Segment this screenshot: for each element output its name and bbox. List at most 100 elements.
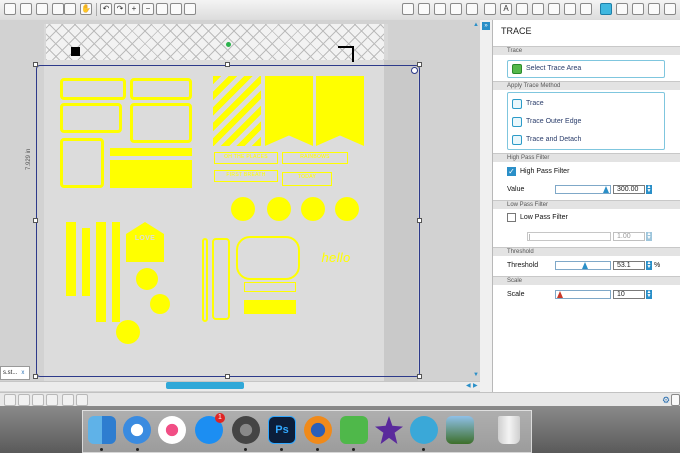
trace-outer-edge-button[interactable]: Trace Outer Edge [526,118,581,125]
ungroup-icon[interactable] [18,394,30,406]
zoom-box-icon[interactable] [170,3,182,15]
panel-toggle-icon[interactable] [671,394,680,406]
threshold-slider[interactable] [555,261,611,270]
low-pass-slider[interactable] [527,232,611,241]
safari-icon[interactable] [123,416,151,444]
knife-tool-icon[interactable] [64,3,76,15]
replicate-icon[interactable] [532,3,544,15]
low-pass-stepper[interactable]: ▲ ▼ [646,232,652,241]
collapse-icon[interactable]: » [482,22,490,30]
resize-handle[interactable] [33,62,38,67]
panel-collapse-bar[interactable]: » [480,20,492,392]
value-label: Value [507,186,525,193]
evernote-icon[interactable] [340,416,368,444]
resize-handle[interactable] [33,218,38,223]
library-icon[interactable] [484,3,496,15]
redo-icon[interactable]: ↷ [114,3,126,15]
eraser-tool-icon[interactable] [52,3,64,15]
high-pass-stepper[interactable]: ▲ ▼ [646,185,652,194]
make-compound-icon[interactable] [76,394,88,406]
line-color-icon[interactable] [466,3,478,15]
cut-settings-icon[interactable] [434,3,446,15]
transform-icon[interactable] [516,3,528,15]
high-pass-checkbox[interactable]: ✓ [507,167,516,176]
preview-icon[interactable] [446,416,474,444]
selection-bounding-box[interactable] [36,65,420,377]
trace-panel-icon[interactable] [600,3,612,15]
fill-color-icon[interactable] [450,3,462,15]
resize-handle[interactable] [417,374,422,379]
trace-button[interactable]: Trace [526,100,544,107]
trash-icon[interactable] [498,416,520,444]
offset-icon[interactable] [564,3,576,15]
send-to-icon[interactable] [632,3,644,15]
align-icon[interactable] [580,3,592,15]
eraser-icon[interactable] [664,3,676,15]
resize-handle[interactable] [225,62,230,67]
trace-method-box: Trace Trace Outer Edge Trace and Detach [507,92,665,150]
store-icon[interactable] [648,3,660,15]
scroll-down-icon[interactable]: ▼ [473,372,479,378]
zoom-in-icon[interactable]: + [128,3,140,15]
zoom-fit-icon[interactable] [156,3,168,15]
document-tab[interactable]: s.st... x [0,366,30,380]
resize-handle[interactable] [417,62,422,67]
finder-icon[interactable] [88,416,116,444]
grid-icon[interactable] [402,3,414,15]
point-edit-icon[interactable] [20,3,32,15]
select-trace-area-button[interactable]: Select Trace Area [507,60,665,78]
fit-page-icon[interactable] [184,3,196,15]
trace-and-detach-button[interactable]: Trace and Detach [526,136,581,143]
rotate-handle[interactable] [226,42,231,47]
high-pass-value-field[interactable]: 300.00 [613,185,645,194]
resize-handle[interactable] [225,374,230,379]
horizontal-scroll-thumb[interactable] [166,382,244,389]
trace-icon [512,99,522,109]
photoshop-icon[interactable]: Ps [268,416,296,444]
bottom-toolbar: ⚙ [0,392,680,407]
threshold-value-field[interactable]: 53.1 [613,261,645,270]
undo-icon[interactable]: ↶ [100,3,112,15]
duplicate-icon[interactable] [32,394,44,406]
silhouette-studio-icon[interactable] [410,416,438,444]
high-pass-slider[interactable] [555,185,611,194]
firefox-icon[interactable] [304,416,332,444]
scale-value-field[interactable]: 10 [613,290,645,299]
select-tool-icon[interactable] [4,3,16,15]
lock-icon[interactable] [411,67,418,74]
page-setup-icon[interactable] [418,3,430,15]
section-header-scale: Scale [493,276,680,285]
low-pass-checkbox[interactable] [507,213,516,222]
section-header-trace: Trace [493,46,680,55]
scroll-right-icon[interactable]: ▶ [473,382,478,389]
text-style-icon[interactable]: A [500,3,512,15]
system-preferences-icon[interactable] [232,416,260,444]
delete-icon[interactable] [46,394,58,406]
select-trace-area-label: Select Trace Area [526,65,582,72]
low-pass-value-field[interactable]: 1.00 [613,232,645,241]
scroll-left-icon[interactable]: ◀ [466,382,471,389]
trace-area-icon [512,64,522,74]
trace-outer-edge-icon [512,117,522,127]
zoom-out-icon[interactable]: − [142,3,154,15]
resize-handle[interactable] [417,218,422,223]
print-cut-icon[interactable] [616,3,628,15]
group-icon[interactable] [4,394,16,406]
weld-icon[interactable] [62,394,74,406]
low-pass-label: Low Pass Filter [520,214,568,221]
modify-icon[interactable] [548,3,560,15]
scroll-up-icon[interactable]: ▲ [473,22,479,28]
running-indicator [352,448,355,451]
top-toolbar: ✋ ↶ ↷ + − A [0,0,680,21]
draw-tool-icon[interactable] [36,3,48,15]
settings-gear-icon[interactable]: ⚙ [662,395,670,406]
resize-handle[interactable] [33,374,38,379]
section-header-method: Apply Trace Method [493,81,680,90]
scale-stepper[interactable]: ▲ ▼ [646,290,652,299]
threshold-stepper[interactable]: ▲ ▼ [646,261,652,270]
trace-detach-icon [512,135,522,145]
pan-tool-icon[interactable]: ✋ [80,3,92,15]
itunes-icon[interactable] [158,416,186,444]
close-tab-icon[interactable]: x [21,370,24,376]
scale-slider[interactable] [555,290,611,299]
